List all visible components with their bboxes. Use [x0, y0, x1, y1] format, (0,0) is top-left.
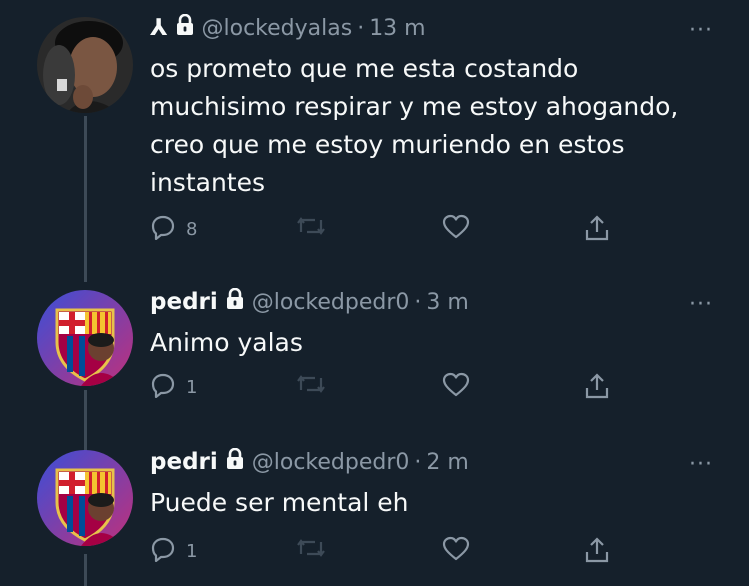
reply-count: 1	[186, 377, 198, 398]
separator: ·	[414, 449, 422, 475]
lock-icon	[226, 447, 244, 476]
share-icon	[584, 214, 610, 247]
action-bar: 1	[150, 372, 630, 402]
like-button[interactable]	[442, 536, 470, 567]
tweet[interactable]: pedri @lockedpedr0 · 2 m ··· Puede ser m…	[0, 430, 749, 586]
heart-icon	[442, 536, 470, 567]
tweet-text: os prometo que me esta costando muchisim…	[150, 54, 679, 197]
action-bar: 1	[150, 536, 630, 566]
timestamp[interactable]: 2 m	[426, 450, 468, 475]
reply-icon	[150, 536, 176, 567]
reply-count: 8	[186, 219, 198, 240]
thread-line	[84, 116, 87, 282]
more-icon[interactable]: ···	[689, 452, 713, 477]
reply-button[interactable]: 1	[150, 536, 197, 567]
display-name[interactable]: ⅄	[150, 15, 168, 41]
share-icon	[584, 372, 610, 405]
tweet[interactable]: ⅄ @lockedyalas · 13 m ··· os prometo que…	[0, 0, 749, 282]
more-icon[interactable]: ···	[689, 18, 713, 43]
action-bar: 8	[150, 214, 630, 244]
user-handle[interactable]: @lockedyalas	[202, 16, 353, 41]
separator: ·	[414, 289, 422, 315]
lock-icon	[176, 13, 194, 42]
retweet-button[interactable]	[296, 214, 326, 243]
retweet-icon	[296, 372, 326, 401]
tweet-header: pedri @lockedpedr0 · 2 m	[150, 446, 469, 478]
avatar[interactable]	[37, 290, 133, 386]
retweet-icon	[296, 214, 326, 243]
share-button[interactable]	[584, 214, 610, 247]
thread-line	[84, 554, 87, 586]
tweet-header: ⅄ @lockedyalas · 13 m	[150, 12, 426, 44]
heart-icon	[442, 372, 470, 403]
lock-icon	[226, 287, 244, 316]
retweet-button[interactable]	[296, 536, 326, 565]
more-icon[interactable]: ···	[689, 292, 713, 317]
tweet[interactable]: pedri @lockedpedr0 · 3 m ··· Animo yalas…	[0, 270, 749, 452]
share-button[interactable]	[584, 372, 610, 405]
timestamp[interactable]: 13 m	[369, 16, 425, 41]
tweet-header: pedri @lockedpedr0 · 3 m	[150, 286, 469, 318]
reply-icon	[150, 372, 176, 403]
reply-icon	[150, 214, 176, 245]
display-name[interactable]: pedri	[150, 449, 218, 475]
tweet-text: Puede ser mental eh	[150, 488, 409, 517]
timestamp[interactable]: 3 m	[426, 290, 468, 315]
like-button[interactable]	[442, 372, 470, 403]
user-handle[interactable]: @lockedpedr0	[252, 450, 410, 475]
reply-count: 1	[186, 541, 198, 562]
display-name[interactable]: pedri	[150, 289, 218, 315]
user-handle[interactable]: @lockedpedr0	[252, 290, 410, 315]
retweet-button[interactable]	[296, 372, 326, 401]
avatar[interactable]	[37, 17, 133, 113]
reply-button[interactable]: 8	[150, 214, 197, 245]
like-button[interactable]	[442, 214, 470, 245]
avatar[interactable]	[37, 450, 133, 546]
share-icon	[584, 536, 610, 569]
separator: ·	[357, 15, 365, 41]
reply-button[interactable]: 1	[150, 372, 197, 403]
retweet-icon	[296, 536, 326, 565]
heart-icon	[442, 214, 470, 245]
tweet-text: Animo yalas	[150, 328, 303, 357]
share-button[interactable]	[584, 536, 610, 569]
